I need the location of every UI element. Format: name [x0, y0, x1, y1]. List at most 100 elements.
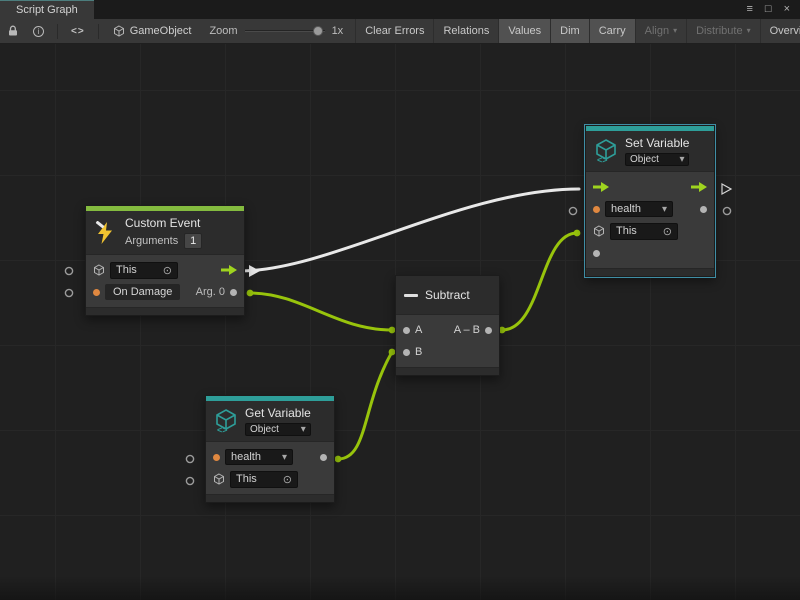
wire-endpoint — [335, 456, 342, 463]
node-title: Subtract — [425, 288, 470, 302]
wire-subtract-to-setvariable[interactable] — [502, 233, 577, 330]
node-row: health ▾ — [586, 198, 714, 220]
node-row: A A – B — [396, 319, 499, 341]
tab-bar-spacer — [94, 0, 737, 19]
variable-name-input-port[interactable] — [593, 206, 600, 213]
arg0-label: Arg. 0 — [196, 286, 225, 298]
node-header: Custom Event Arguments 1 — [86, 211, 244, 255]
node-subtract[interactable]: Subtract A A – B B — [395, 275, 500, 376]
cube-icon — [593, 225, 605, 237]
graph-canvas[interactable]: Custom Event Arguments 1 This ⊙ — [0, 44, 800, 600]
wire-flow-customevent-to-setvariable[interactable] — [240, 189, 579, 271]
node-row: B — [396, 341, 499, 363]
flow-wire-arrow-icon — [249, 265, 260, 277]
variable-icon: <> — [214, 409, 238, 433]
tab-label: Script Graph — [16, 4, 78, 16]
distribute-dropdown[interactable]: Distribute ▾ — [686, 19, 759, 43]
variable-name-dropdown[interactable]: health ▾ — [225, 449, 293, 465]
node-footer — [396, 367, 499, 375]
node-row — [586, 242, 714, 264]
flow-output-port[interactable] — [221, 265, 237, 275]
carry-toggle[interactable]: Carry — [589, 19, 635, 43]
target-dropdown[interactable]: This ⊙ — [230, 471, 298, 488]
gameobject-label: GameObject — [130, 25, 192, 37]
input-port-b[interactable] — [403, 349, 410, 356]
wire-getvariable-to-subtract-b[interactable] — [338, 352, 392, 459]
node-title: Set Variable — [625, 136, 689, 150]
overview-button[interactable]: Overview — [760, 19, 800, 43]
arguments-input[interactable]: 1 — [184, 233, 202, 249]
subtract-icon — [404, 294, 418, 297]
tab-script-graph[interactable]: Script Graph — [0, 0, 94, 19]
cube-icon — [93, 264, 105, 276]
variable-kind-dropdown[interactable]: Object ▾ — [245, 423, 311, 436]
flow-output-port[interactable] — [691, 182, 707, 192]
output-port-result[interactable] — [485, 327, 492, 334]
flow-input-port[interactable] — [593, 182, 609, 192]
chevron-down-icon: ▾ — [662, 204, 667, 215]
chevron-down-icon: ▾ — [301, 424, 306, 435]
node-row: This ⊙ — [86, 259, 244, 281]
node-footer — [206, 494, 334, 502]
node-title: Get Variable — [245, 406, 311, 420]
unconnected-input-port[interactable] — [65, 267, 72, 274]
variable-name-dropdown[interactable]: health ▾ — [605, 201, 673, 217]
unconnected-input-port[interactable] — [186, 477, 193, 484]
dim-toggle[interactable]: Dim — [550, 19, 589, 43]
zoom-slider-handle[interactable] — [313, 26, 323, 36]
wire-endpoint — [574, 230, 581, 237]
clear-errors-button[interactable]: Clear Errors — [355, 19, 433, 43]
window-tab-bar: Script Graph ≡ □ × — [0, 0, 800, 19]
unconnected-input-port[interactable] — [569, 207, 576, 214]
variable-kind-dropdown[interactable]: Object ▾ — [625, 153, 689, 166]
cube-icon — [113, 25, 125, 37]
target-icon: ⊙ — [663, 225, 672, 238]
chevron-down-icon: ▾ — [673, 27, 677, 35]
chevron-down-icon: ▾ — [747, 27, 751, 35]
target-dropdown[interactable]: This ⊙ — [610, 223, 678, 240]
arg0-output-port[interactable] — [230, 289, 237, 296]
graph-toolbar: i <> GameObject Zoom 1x Clear Errors Rel… — [0, 19, 800, 44]
node-footer — [586, 268, 714, 276]
node-footer — [86, 307, 244, 315]
window-close-icon[interactable]: × — [784, 4, 790, 15]
align-dropdown[interactable]: Align ▾ — [635, 19, 686, 43]
target-icon: ⊙ — [163, 264, 172, 277]
node-row: On Damage Arg. 0 — [86, 281, 244, 303]
unconnected-output-port[interactable] — [723, 207, 730, 214]
gameobject-picker[interactable]: GameObject — [105, 25, 200, 37]
node-row: This ⊙ — [206, 468, 334, 490]
value-output-port[interactable] — [700, 206, 707, 213]
wire-endpoint — [247, 290, 254, 297]
custom-event-icon — [94, 221, 118, 245]
toolbar-separator — [57, 24, 58, 39]
node-row — [586, 176, 714, 198]
window-maximize-icon[interactable]: □ — [765, 4, 772, 15]
values-toggle[interactable]: Values — [498, 19, 550, 43]
zoom-slider[interactable] — [245, 25, 325, 37]
code-icon[interactable]: <> — [64, 19, 92, 43]
relations-button[interactable]: Relations — [433, 19, 498, 43]
unconnected-input-port[interactable] — [186, 455, 193, 462]
info-icon[interactable]: i — [26, 19, 51, 43]
input-port-a[interactable] — [403, 327, 410, 334]
target-dropdown[interactable]: This ⊙ — [110, 262, 178, 279]
variable-name-input-port[interactable] — [213, 454, 220, 461]
lock-icon[interactable] — [0, 19, 26, 43]
node-get-variable[interactable]: <> Get Variable Object ▾ health ▾ — [205, 395, 335, 503]
new-value-input-port[interactable] — [593, 250, 600, 257]
node-header: <> Get Variable Object ▾ — [206, 401, 334, 442]
event-input-port[interactable] — [93, 289, 100, 296]
cube-icon — [213, 473, 225, 485]
variable-icon: <> — [594, 139, 618, 163]
wire-arg0-to-subtract-a[interactable] — [250, 293, 392, 330]
unconnected-flow-output-icon[interactable] — [722, 184, 731, 194]
value-output-port[interactable] — [320, 454, 327, 461]
node-row: This ⊙ — [586, 220, 714, 242]
unconnected-input-port[interactable] — [65, 289, 72, 296]
node-set-variable[interactable]: <> Set Variable Object ▾ — [585, 125, 715, 277]
node-custom-event[interactable]: Custom Event Arguments 1 This ⊙ — [85, 205, 245, 316]
svg-text:<>: <> — [217, 425, 228, 433]
window-menu-icon[interactable]: ≡ — [746, 4, 752, 15]
event-name-label: On Damage — [105, 284, 180, 300]
